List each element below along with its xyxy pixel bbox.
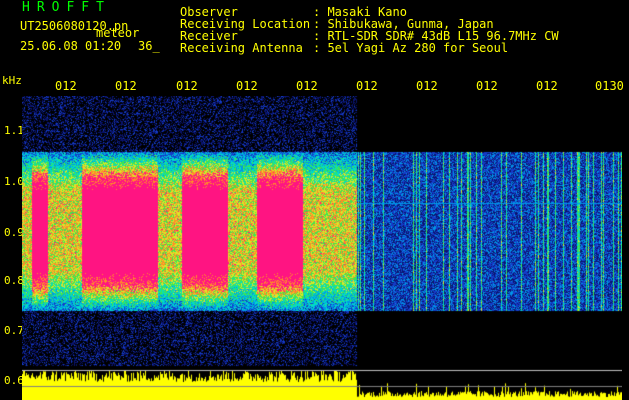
x-tick: 012 bbox=[176, 79, 198, 93]
detection-count: 36_ bbox=[138, 39, 160, 53]
x-tick: 0130 bbox=[595, 79, 624, 93]
date-time: 25.06.08 01:20 bbox=[20, 39, 122, 53]
x-tick: 012 bbox=[356, 79, 378, 93]
y-tick: 0.8 bbox=[4, 274, 24, 287]
y-tick: 0.7 bbox=[4, 324, 24, 337]
x-tick: 012 bbox=[236, 79, 258, 93]
y-tick: 1.1 bbox=[4, 124, 24, 137]
x-tick: 012 bbox=[416, 79, 438, 93]
frequency-unit-label: kHz bbox=[2, 74, 22, 87]
y-tick: 1.0 bbox=[4, 175, 24, 188]
x-tick: 012 bbox=[55, 79, 77, 93]
x-tick: 012 bbox=[476, 79, 498, 93]
y-tick: 0.9 bbox=[4, 226, 24, 239]
app-title: HROFFT bbox=[22, 0, 111, 15]
antenna-value: : 5el Yagi Az 280 for Seoul bbox=[313, 41, 509, 55]
spectrogram-display bbox=[22, 96, 622, 400]
x-tick: 012 bbox=[536, 79, 558, 93]
y-tick: 0.6 bbox=[4, 374, 24, 387]
antenna-label: Receiving Antenna bbox=[180, 41, 303, 55]
x-tick: 012 bbox=[296, 79, 318, 93]
x-tick: 012 bbox=[115, 79, 137, 93]
file-extension: meteor bbox=[96, 26, 140, 40]
